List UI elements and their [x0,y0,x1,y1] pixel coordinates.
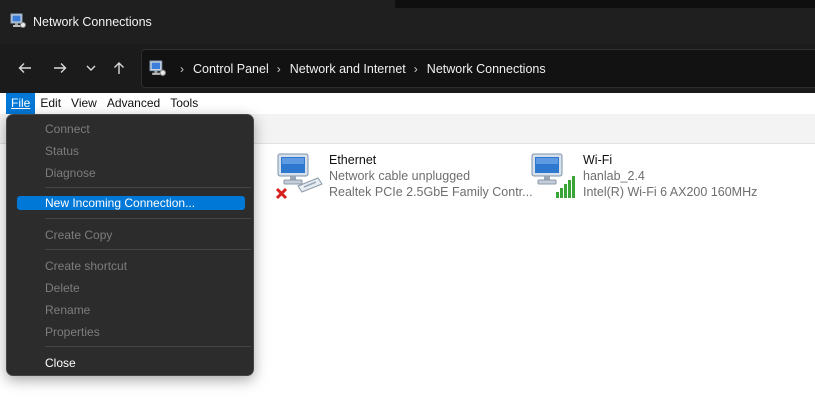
up-button[interactable] [106,55,132,81]
connection-name: Wi-Fi [583,153,613,167]
menu-tools-label: Tools [170,96,199,110]
menu-item-status[interactable]: Status [17,144,245,158]
menu-file[interactable]: File [6,93,36,114]
breadcrumb-control-panel[interactable]: Control Panel [193,62,269,76]
connection-status: hanlab_2.4 [583,169,645,183]
menu-item-delete[interactable]: Delete [17,281,245,295]
menu-separator [45,346,251,347]
menu-item-create-shortcut[interactable]: Create shortcut [17,259,245,273]
breadcrumb-network-connections[interactable]: Network Connections [427,62,546,76]
recent-locations-button[interactable] [78,55,104,81]
file-menu-dropdown: Connect Status Diagnose New Incoming Con… [6,114,254,376]
menu-item-connect[interactable]: Connect [17,122,245,136]
chevron-down-icon [86,65,96,71]
menu-item-new-incoming-connection[interactable]: New Incoming Connection... [17,196,245,210]
breadcrumb-separator-icon: › [180,61,184,76]
menu-separator [45,218,251,219]
breadcrumb: › Control Panel › Network and Internet ›… [172,50,546,87]
connection-details: Ethernet Network cable unplugged Realtek… [329,152,533,200]
control-panel-icon [149,60,166,76]
menu-edit[interactable]: Edit [35,93,66,114]
connection-item-wifi[interactable]: Wi-Fi hanlab_2.4 Intel(R) Wi-Fi 6 AX200 … [528,152,788,208]
menu-item-close[interactable]: Close [17,356,245,370]
menu-separator [45,249,251,250]
back-arrow-icon [18,63,31,73]
forward-arrow-icon [54,63,67,73]
back-button[interactable] [12,55,38,81]
address-bar[interactable]: › Control Panel › Network and Internet ›… [141,49,815,88]
title-bar: Network Connections [0,0,815,44]
up-arrow-icon [114,62,124,74]
title-bar-controls-area [395,0,815,8]
menu-item-diagnose[interactable]: Diagnose [17,166,245,180]
connection-name: Ethernet [329,153,377,167]
menu-tools[interactable]: Tools [165,93,203,114]
navigation-bar: › Control Panel › Network and Internet ›… [0,44,815,93]
breadcrumb-network-and-internet[interactable]: Network and Internet [290,62,406,76]
menu-file-label: File [11,96,31,110]
connection-status: Network cable unplugged [329,169,471,183]
menu-item-properties[interactable]: Properties [17,325,245,339]
ethernet-disconnected-icon [275,153,323,200]
menu-advanced[interactable]: Advanced [102,93,165,114]
wifi-connected-icon [531,153,575,198]
menu-edit-label: Edit [40,96,62,110]
forward-button[interactable] [47,55,73,81]
network-connections-app-icon [10,13,26,28]
connection-details: Wi-Fi hanlab_2.4 Intel(R) Wi-Fi 6 AX200 … [583,152,757,200]
connection-item-ethernet[interactable]: Ethernet Network cable unplugged Realtek… [274,152,534,208]
breadcrumb-separator-icon: › [276,61,281,76]
menu-item-create-copy[interactable]: Create Copy [17,228,245,242]
breadcrumb-separator-icon: › [413,61,418,76]
menu-view[interactable]: View [66,93,102,114]
menu-advanced-label: Advanced [106,96,161,110]
connection-device: Intel(R) Wi-Fi 6 AX200 160MHz [583,185,758,199]
connection-device: Realtek PCIe 2.5GbE Family Contr... [329,185,533,199]
menu-bar: File Edit View Advanced Tools [0,93,815,114]
menu-separator [45,187,251,188]
window-title: Network Connections [33,15,152,29]
network-connections-window: Network Connections › Control Panel › Ne… [0,0,815,401]
menu-item-rename[interactable]: Rename [17,303,245,317]
menu-view-label: View [71,96,97,110]
